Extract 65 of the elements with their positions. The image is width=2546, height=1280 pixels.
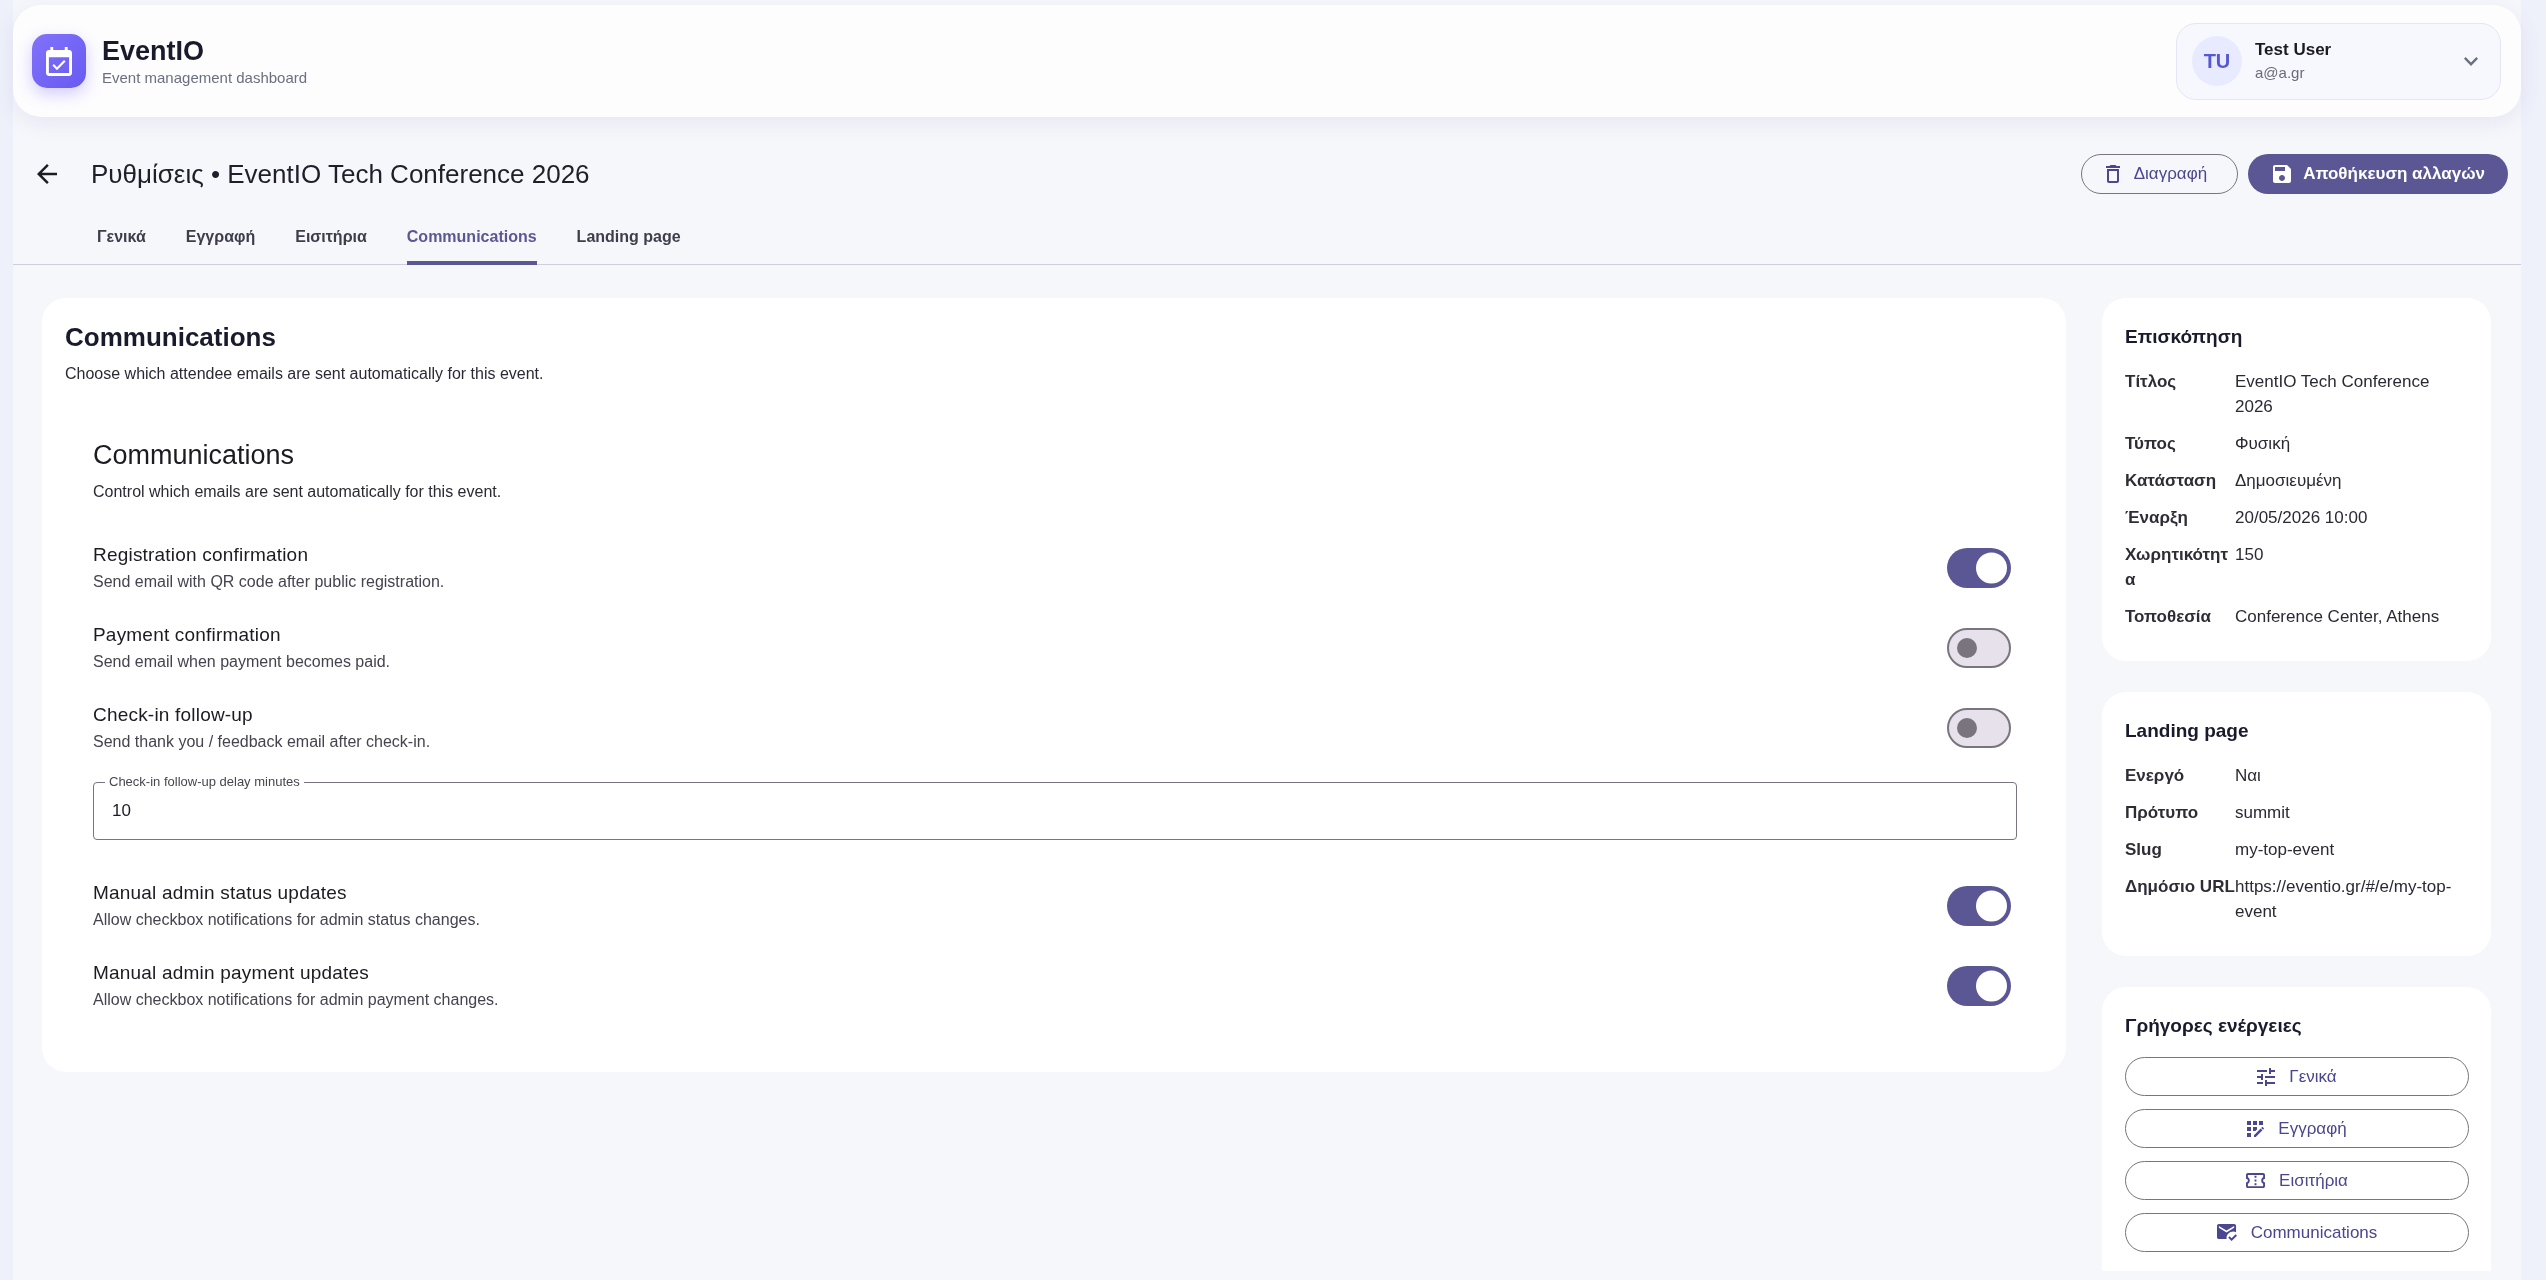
detail-value: Φυσική bbox=[2235, 433, 2292, 455]
detail-value: summit bbox=[2235, 802, 2291, 824]
card-title: Landing page bbox=[2125, 719, 2250, 743]
card-title: Γρήγορες ενέργειες bbox=[2125, 1014, 2303, 1038]
toggle-switch[interactable] bbox=[1947, 965, 2011, 1006]
user-menu[interactable]: TU Test User a@a.gr bbox=[2176, 22, 2501, 100]
detail-label: Ενεργό bbox=[2125, 765, 2186, 787]
card-subtitle: Choose which attendee emails are sent automatically for this event. bbox=[65, 364, 545, 384]
toggle-switch[interactable] bbox=[1947, 707, 2011, 748]
app-tagline: Event management dashboard bbox=[102, 69, 308, 87]
user-avatar: TU bbox=[2192, 36, 2242, 86]
ticket-icon bbox=[2246, 1173, 2266, 1188]
section-subtitle: Control which emails are sent automatically for this event. bbox=[93, 482, 503, 502]
section-title: Communications bbox=[93, 439, 296, 472]
chevron-down-icon bbox=[2464, 56, 2478, 66]
detail-value: 20/05/2026 10:00 bbox=[2235, 507, 2369, 529]
tab[interactable]: Εισιτήρια bbox=[295, 216, 367, 265]
field-label: Check-in follow-up delay minutes bbox=[105, 774, 304, 790]
tab[interactable]: Εγγραφή bbox=[185, 216, 256, 265]
setting-description: Allow checkbox notifications for admin payment changes. bbox=[93, 990, 499, 1010]
detail-label: Έναρξη bbox=[2125, 507, 2189, 529]
setting-label: Registration confirmation bbox=[93, 543, 310, 567]
detail-value: https://eventio.gr/#/e/my-top-event bbox=[2235, 876, 2453, 923]
card-title: Επισκόπηση bbox=[2125, 325, 2244, 349]
detail-value: 150 bbox=[2235, 544, 2265, 566]
detail-label: Τίτλος bbox=[2125, 371, 2178, 393]
back-button[interactable] bbox=[37, 164, 57, 184]
toggle-switch[interactable] bbox=[1947, 627, 2011, 668]
user-name: Test User bbox=[2255, 40, 2333, 60]
setting-label: Payment confirmation bbox=[93, 623, 282, 647]
detail-label: Χωρητικότητα bbox=[2125, 544, 2230, 591]
setting-label: Check-in follow-up bbox=[93, 703, 254, 727]
setting-label: Manual admin payment updates bbox=[93, 961, 370, 985]
detail-value: Ναι bbox=[2235, 765, 2262, 787]
detail-label: Κατάσταση bbox=[2125, 470, 2218, 492]
grid-pencil-icon bbox=[2247, 1120, 2265, 1137]
detail-value: Conference Center, Athens bbox=[2235, 606, 2441, 628]
setting-description: Send thank you / feedback email after check-in. bbox=[93, 732, 431, 752]
save-button[interactable]: Αποθήκευση αλλαγών bbox=[2248, 154, 2508, 194]
toggle-switch[interactable] bbox=[1947, 885, 2011, 926]
sliders-icon bbox=[2257, 1067, 2276, 1086]
tab[interactable]: Communications bbox=[406, 216, 537, 265]
user-email: a@a.gr bbox=[2255, 64, 2306, 82]
detail-label: Δημόσιο URL bbox=[2125, 876, 2235, 898]
detail-label: Slug bbox=[2125, 839, 2163, 861]
setting-label: Manual admin status updates bbox=[93, 881, 348, 905]
envelope-check-icon bbox=[2216, 1224, 2237, 1241]
page-title: Ρυθμίσεις • EventIO Tech Conference 2026 bbox=[91, 158, 591, 190]
trash-icon bbox=[2105, 165, 2120, 183]
detail-label: Πρότυπο bbox=[2125, 802, 2200, 824]
detail-value: EventIO Tech Conference 2026 bbox=[2235, 371, 2431, 418]
tab[interactable]: Landing page bbox=[576, 216, 681, 265]
setting-description: Allow checkbox notifications for admin status changes. bbox=[93, 910, 480, 930]
detail-value: my-top-event bbox=[2235, 839, 2336, 861]
toggle-switch[interactable] bbox=[1947, 547, 2011, 588]
app-name: EventIO bbox=[102, 35, 206, 67]
arrow-left-icon bbox=[37, 164, 57, 184]
tab[interactable]: Γενικά bbox=[97, 216, 146, 265]
setting-description: Send email when payment becomes paid. bbox=[93, 652, 391, 672]
detail-label: Τύπος bbox=[2125, 433, 2177, 455]
setting-description: Send email with QR code after public registration. bbox=[93, 572, 445, 592]
detail-label: Τοποθεσία bbox=[2125, 606, 2213, 628]
calendar-check-icon bbox=[32, 34, 86, 88]
detail-value: Δημοσιευμένη bbox=[2235, 470, 2343, 492]
card-title: Communications bbox=[65, 322, 277, 352]
